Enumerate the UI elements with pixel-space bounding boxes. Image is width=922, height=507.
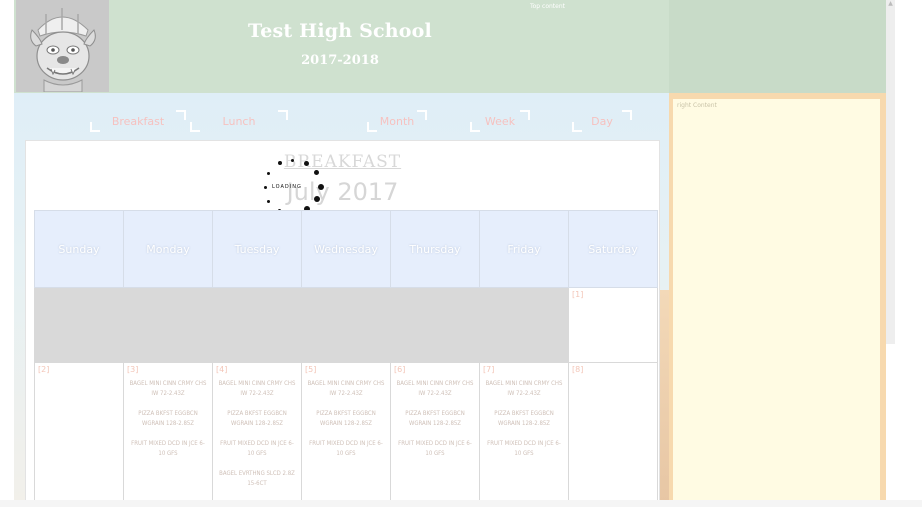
- tab-week[interactable]: Week: [470, 110, 530, 132]
- bulldog-logo-icon: [16, 0, 109, 92]
- calendar-day[interactable]: [5] BAGEL MINI CINN CRMY CHS IW 72-2.43Z…: [301, 362, 391, 507]
- weekday-tuesday: Tuesday: [212, 210, 302, 288]
- day-number: [1]: [572, 290, 584, 299]
- calendar-day[interactable]: [3] BAGEL MINI CINN CRMY CHS IW 72-2.43Z…: [123, 362, 213, 507]
- meal-item[interactable]: PIZZA BKFST EGGBCN WGRAIN 128-2.85Z: [395, 409, 475, 429]
- meal-list: BAGEL MINI CINN CRMY CHS IW 72-2.43Z PIZ…: [391, 363, 479, 459]
- meal-list: BAGEL MINI CINN CRMY CHS IW 72-2.43Z PIZ…: [213, 363, 301, 489]
- vertical-scrollbar[interactable]: [886, 0, 895, 344]
- meal-item[interactable]: BAGEL MINI CINN CRMY CHS IW 72-2.43Z: [306, 379, 386, 399]
- day-number: [7]: [483, 365, 495, 374]
- calendar-day[interactable]: [6] BAGEL MINI CINN CRMY CHS IW 72-2.43Z…: [390, 362, 480, 507]
- meal-item[interactable]: BAGEL MINI CINN CRMY CHS IW 72-2.43Z: [128, 379, 208, 399]
- header-right-area: [669, 0, 886, 93]
- calendar-day[interactable]: [7] BAGEL MINI CINN CRMY CHS IW 72-2.43Z…: [479, 362, 569, 507]
- spinner-dot: [264, 186, 267, 189]
- calendar-day-empty: [212, 287, 302, 363]
- header-banner: [14, 0, 669, 93]
- loading-spinner: LOADING: [262, 158, 326, 218]
- tab-label: Lunch: [222, 115, 256, 128]
- day-number: [4]: [216, 365, 228, 374]
- school-name: Test High School: [248, 20, 432, 42]
- meal-item[interactable]: BAGEL MINI CINN CRMY CHS IW 72-2.43Z: [395, 379, 475, 399]
- day-number: [5]: [305, 365, 317, 374]
- weekday-header-row: Sunday Monday Tuesday Wednesday Thursday…: [34, 210, 658, 288]
- tab-month[interactable]: Month: [367, 110, 427, 132]
- meal-item[interactable]: FRUIT MIXED DCD IN JCE 6-10 GFS: [306, 439, 386, 459]
- spinner-dot: [318, 184, 324, 190]
- calendar-month: July 2017: [286, 178, 399, 206]
- meal-item[interactable]: FRUIT MIXED DCD IN JCE 6-10 GFS: [217, 439, 297, 459]
- tab-label: Month: [379, 115, 415, 128]
- tab-label: Breakfast: [111, 115, 165, 128]
- day-number: [3]: [127, 365, 139, 374]
- calendar-day-empty: [301, 287, 391, 363]
- window-bottom-edge: [0, 500, 922, 507]
- top-content-label: Top content: [529, 3, 565, 10]
- calendar-grid: Sunday Monday Tuesday Wednesday Thursday…: [34, 210, 658, 507]
- weekday-thursday: Thursday: [390, 210, 480, 288]
- right-content-panel: [673, 99, 880, 507]
- day-number: [6]: [394, 365, 406, 374]
- meal-item[interactable]: PIZZA BKFST EGGBCN WGRAIN 128-2.85Z: [484, 409, 564, 429]
- school-logo: [16, 0, 109, 92]
- calendar-day[interactable]: [1]: [568, 287, 658, 363]
- meal-item[interactable]: FRUIT MIXED DCD IN JCE 6-10 GFS: [395, 439, 475, 459]
- meal-list: BAGEL MINI CINN CRMY CHS IW 72-2.43Z PIZ…: [302, 363, 390, 459]
- week-row: [1]: [34, 287, 658, 363]
- right-content-label: right Content: [677, 102, 717, 109]
- meal-item[interactable]: FRUIT MIXED DCD IN JCE 6-10 GFS: [128, 439, 208, 459]
- weekday-sunday: Sunday: [34, 210, 124, 288]
- school-year: 2017-2018: [301, 53, 379, 68]
- spinner-dot: [291, 159, 294, 162]
- scroll-up-icon[interactable]: ▲: [886, 0, 895, 8]
- calendar-day-empty: [479, 287, 569, 363]
- calendar-day-empty: [390, 287, 480, 363]
- weekday-friday: Friday: [479, 210, 569, 288]
- spinner-dot: [304, 161, 309, 166]
- meal-item[interactable]: BAGEL EVRTHNG SLCD 2.8Z 15-6CT: [217, 469, 297, 489]
- calendar-day[interactable]: [2]: [34, 362, 124, 507]
- meal-item[interactable]: BAGEL MINI CINN CRMY CHS IW 72-2.43Z: [484, 379, 564, 399]
- day-number: [8]: [572, 365, 584, 374]
- calendar-title: BREAKFAST: [283, 152, 402, 172]
- calendar-day[interactable]: [4] BAGEL MINI CINN CRMY CHS IW 72-2.43Z…: [212, 362, 302, 507]
- spinner-dot: [278, 161, 282, 165]
- tab-day[interactable]: Day: [572, 110, 632, 132]
- meal-item[interactable]: FRUIT MIXED DCD IN JCE 6-10 GFS: [484, 439, 564, 459]
- weekday-wednesday: Wednesday: [301, 210, 391, 288]
- meal-item[interactable]: BAGEL MINI CINN CRMY CHS IW 72-2.43Z: [217, 379, 297, 399]
- tab-label: Day: [591, 115, 613, 128]
- meal-item[interactable]: PIZZA BKFST EGGBCN WGRAIN 128-2.85Z: [306, 409, 386, 429]
- spinner-dot: [314, 170, 319, 175]
- tab-breakfast[interactable]: Breakfast: [90, 110, 186, 132]
- meal-item[interactable]: PIZZA BKFST EGGBCN WGRAIN 128-2.85Z: [128, 409, 208, 429]
- spinner-dot: [314, 196, 320, 202]
- calendar-day-empty: [123, 287, 213, 363]
- meal-list: BAGEL MINI CINN CRMY CHS IW 72-2.43Z PIZ…: [480, 363, 568, 459]
- day-number: [2]: [38, 365, 50, 374]
- spinner-dot: [267, 172, 270, 175]
- weekday-monday: Monday: [123, 210, 213, 288]
- tab-label: Week: [484, 115, 516, 128]
- calendar-day-empty: [34, 287, 124, 363]
- tab-lunch[interactable]: Lunch: [190, 110, 288, 132]
- spinner-dot: [267, 200, 270, 203]
- weekday-saturday: Saturday: [568, 210, 658, 288]
- week-row: [2] [3] BAGEL MINI CINN CRMY CHS IW 72-2…: [34, 362, 658, 507]
- calendar-day[interactable]: [8]: [568, 362, 658, 507]
- app-root: Test High School 2017-2018 Top content B…: [0, 0, 922, 507]
- loading-text: LOADING: [272, 184, 302, 190]
- meal-list: BAGEL MINI CINN CRMY CHS IW 72-2.43Z PIZ…: [124, 363, 212, 459]
- meal-item[interactable]: PIZZA BKFST EGGBCN WGRAIN 128-2.85Z: [217, 409, 297, 429]
